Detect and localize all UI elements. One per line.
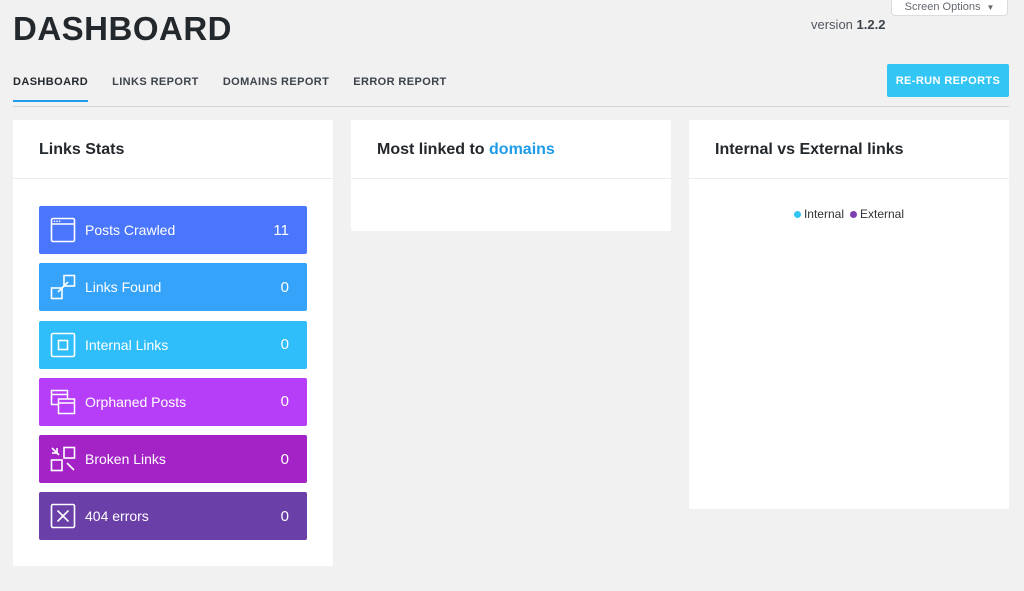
screen-options-button[interactable]: Screen Options ▼ (891, 0, 1008, 16)
stat-value: 0 (280, 336, 289, 354)
x-box-icon (50, 504, 76, 529)
stat-value: 11 (273, 221, 289, 239)
nested-square-icon (50, 332, 76, 357)
domains-link[interactable]: domains (489, 141, 555, 158)
legend-item-external[interactable]: External (850, 207, 904, 221)
most-linked-domains-card: Most linked to domains (351, 120, 671, 231)
links-stats-card: Links Stats Posts Crawled 11 Links Found… (13, 120, 333, 566)
stat-value: 0 (280, 450, 289, 468)
stats-list: Posts Crawled 11 Links Found 0 Internal … (39, 206, 307, 550)
legend-item-internal[interactable]: Internal (793, 207, 844, 221)
screen-options-label: Screen Options (904, 1, 981, 13)
stat-internal-links[interactable]: Internal Links 0 (39, 320, 307, 369)
legend-dot-internal (793, 210, 801, 218)
legend-dot-external (850, 210, 857, 218)
tab-domains-report[interactable]: DOMAINS REPORT (223, 76, 329, 102)
legend-label: Internal (803, 207, 844, 221)
tab-bar: DASHBOARD LINKS REPORT DOMAINS REPORT ER… (13, 76, 447, 102)
tabs-divider (13, 106, 1009, 107)
stat-broken-links[interactable]: Broken Links 0 (39, 435, 307, 484)
stat-value: 0 (280, 278, 289, 296)
most-linked-title-prefix: Most linked to (377, 141, 485, 158)
tab-error-report[interactable]: ERROR REPORT (353, 76, 446, 102)
chart-legend: Internal External (689, 207, 1009, 221)
stat-label: Orphaned Posts (85, 393, 187, 410)
links-stats-title: Links Stats (13, 120, 333, 179)
stat-label: Internal Links (85, 336, 169, 353)
version-prefix: version (811, 17, 853, 32)
legend-label: External (860, 207, 905, 221)
stat-label: 404 errors (85, 508, 149, 525)
page-title: DASHBOARD (13, 10, 232, 47)
stat-value: 0 (280, 507, 289, 525)
internal-external-title: Internal vs External links (689, 120, 1009, 179)
broken-link-icon (50, 446, 76, 472)
stat-label: Posts Crawled (85, 222, 176, 238)
tab-dashboard[interactable]: DASHBOARD (13, 76, 89, 102)
stat-posts-crawled[interactable]: Posts Crawled 11 (39, 206, 307, 254)
stat-404-errors[interactable]: 404 errors 0 (39, 492, 307, 541)
version-info: version 1.2.2 (811, 17, 885, 32)
link-squares-icon (50, 274, 76, 300)
stat-label: Links Found (85, 279, 162, 296)
stat-orphaned-posts[interactable]: Orphaned Posts 0 (39, 377, 307, 426)
most-linked-title: Most linked to domains (351, 120, 671, 179)
caret-down-icon: ▼ (986, 2, 995, 12)
version-number: 1.2.2 (856, 17, 886, 32)
stacked-windows-icon (50, 389, 76, 415)
rerun-reports-button[interactable]: RE-RUN REPORTS (887, 64, 1009, 97)
stat-label: Broken Links (85, 451, 166, 468)
stat-value: 0 (280, 393, 289, 411)
stat-links-found[interactable]: Links Found 0 (39, 263, 307, 312)
browser-window-icon (50, 217, 76, 243)
tab-links-report[interactable]: LINKS REPORT (112, 76, 199, 102)
internal-external-card: Internal vs External links Internal Exte… (689, 120, 1009, 509)
